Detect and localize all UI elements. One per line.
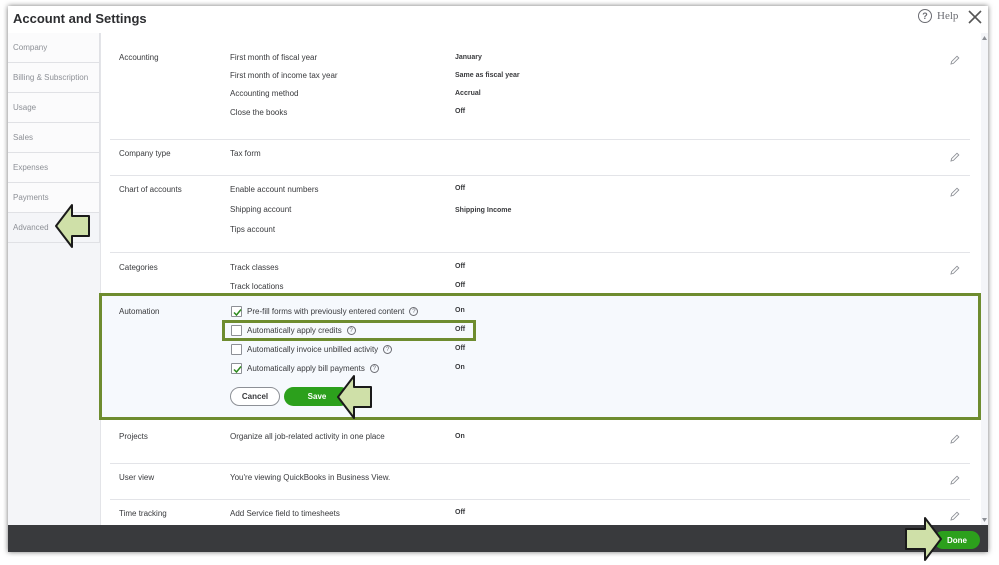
setting-value: Off (455, 326, 466, 333)
sidebar-item-label: Billing & Subscription (13, 73, 89, 82)
setting-label: Tax form (230, 149, 261, 158)
checkbox-label: Automatically apply credits? (247, 326, 356, 336)
cancel-button[interactable]: Cancel (230, 387, 280, 406)
pencil-icon[interactable] (950, 55, 960, 65)
section-categories[interactable]: Categories Track classes Off Track locat… (110, 253, 970, 298)
section-label: User view (119, 473, 155, 482)
arrow-callout-icon (905, 517, 942, 561)
help-icon[interactable]: ? (346, 326, 356, 336)
dialog-footer (8, 525, 988, 552)
pencil-icon[interactable] (950, 187, 960, 197)
pencil-icon[interactable] (950, 475, 960, 485)
setting-value: Off (455, 509, 466, 516)
setting-label: Shipping account (230, 205, 292, 214)
section-label: Company type (119, 149, 171, 158)
section-company-type[interactable]: Company type Tax form (110, 140, 970, 176)
sidebar-item-sales[interactable]: Sales (8, 123, 100, 153)
checkmark-icon (233, 309, 242, 317)
setting-value: Off (455, 108, 466, 115)
section-user-view[interactable]: User view You're viewing QuickBooks in B… (110, 464, 970, 500)
section-label: Projects (119, 432, 148, 441)
checkbox-apply-credits[interactable] (231, 325, 242, 336)
settings-content: Accounting First month of fiscal year Ja… (101, 33, 981, 525)
pencil-icon[interactable] (950, 152, 960, 162)
section-projects[interactable]: Projects Organize all job-related activi… (110, 424, 970, 464)
help-icon[interactable]: ? (409, 307, 419, 317)
sidebar-item-label: Company (13, 43, 48, 52)
section-label: Categories (119, 263, 158, 272)
scroll-up-icon[interactable] (981, 35, 988, 41)
help-icon: ? (918, 9, 932, 23)
section-time-tracking[interactable]: Time tracking Add Service field to times… (110, 500, 970, 525)
sidebar-item-usage[interactable]: Usage (8, 93, 100, 123)
pencil-icon[interactable] (950, 265, 960, 275)
dialog-title: Account and Settings (13, 11, 147, 26)
setting-label: Track classes (230, 263, 279, 272)
setting-value: On (455, 364, 465, 371)
setting-value: January (455, 54, 482, 61)
section-label: Accounting (119, 53, 159, 62)
setting-value: Off (455, 185, 466, 192)
checkbox-prefill-forms[interactable] (231, 306, 242, 317)
sidebar-item-label: Payments (13, 193, 49, 202)
checkbox-label: Automatically invoice unbilled activity? (247, 345, 393, 355)
section-chart-of-accounts[interactable]: Chart of accounts Enable account numbers… (110, 176, 970, 253)
setting-value: Shipping Income (455, 207, 512, 214)
help-label: Help (937, 10, 959, 22)
setting-value: Off (455, 263, 466, 270)
setting-value: Off (455, 282, 466, 289)
setting-label: Close the books (230, 108, 288, 117)
checkbox-label: Pre-fill forms with previously entered c… (247, 307, 419, 317)
section-label: Automation (119, 307, 160, 316)
section-accounting[interactable]: Accounting First month of fiscal year Ja… (110, 33, 970, 140)
help-icon[interactable]: ? (383, 345, 393, 355)
setting-value: Same as fiscal year (455, 72, 520, 79)
sidebar-item-label: Advanced (13, 223, 49, 232)
section-label: Chart of accounts (119, 185, 182, 194)
setting-label: First month of income tax year (230, 71, 338, 80)
sidebar-item-label: Expenses (13, 163, 49, 172)
setting-label: First month of fiscal year (230, 53, 318, 62)
checkbox-invoice-unbilled[interactable] (231, 344, 242, 355)
setting-label: Accounting method (230, 89, 299, 98)
setting-value: Off (455, 345, 466, 352)
setting-value: Accrual (455, 90, 481, 97)
help-button[interactable]: ? Help (918, 9, 958, 23)
section-label: Time tracking (119, 509, 167, 518)
setting-label: You're viewing QuickBooks in Business Vi… (230, 473, 391, 482)
settings-sidebar: Company Billing & Subscription Usage Sal… (8, 33, 101, 525)
settings-dialog: Account and Settings ? Help Company Bill… (8, 6, 988, 552)
pencil-icon[interactable] (950, 511, 960, 521)
checkbox-apply-bill-payments[interactable] (231, 363, 242, 374)
arrow-callout-icon (337, 375, 372, 419)
setting-value: On (455, 307, 465, 314)
sidebar-item-label: Usage (13, 103, 37, 112)
setting-label: Enable account numbers (230, 185, 319, 194)
setting-label: Track locations (230, 282, 284, 291)
pencil-icon[interactable] (950, 434, 960, 444)
arrow-callout-icon (55, 204, 90, 248)
sidebar-item-expenses[interactable]: Expenses (8, 153, 100, 183)
close-icon[interactable] (966, 8, 984, 26)
checkmark-icon (233, 366, 242, 374)
sidebar-item-company[interactable]: Company (8, 33, 100, 63)
sidebar-item-label: Sales (13, 133, 34, 142)
scroll-down-icon[interactable] (981, 517, 988, 523)
setting-label: Organize all job-related activity in one… (230, 432, 385, 441)
setting-value: On (455, 433, 465, 440)
content-scrollbar[interactable] (981, 33, 988, 525)
setting-label: Add Service field to timesheets (230, 509, 340, 518)
sidebar-item-billing[interactable]: Billing & Subscription (8, 63, 100, 93)
setting-label: Tips account (230, 225, 276, 234)
